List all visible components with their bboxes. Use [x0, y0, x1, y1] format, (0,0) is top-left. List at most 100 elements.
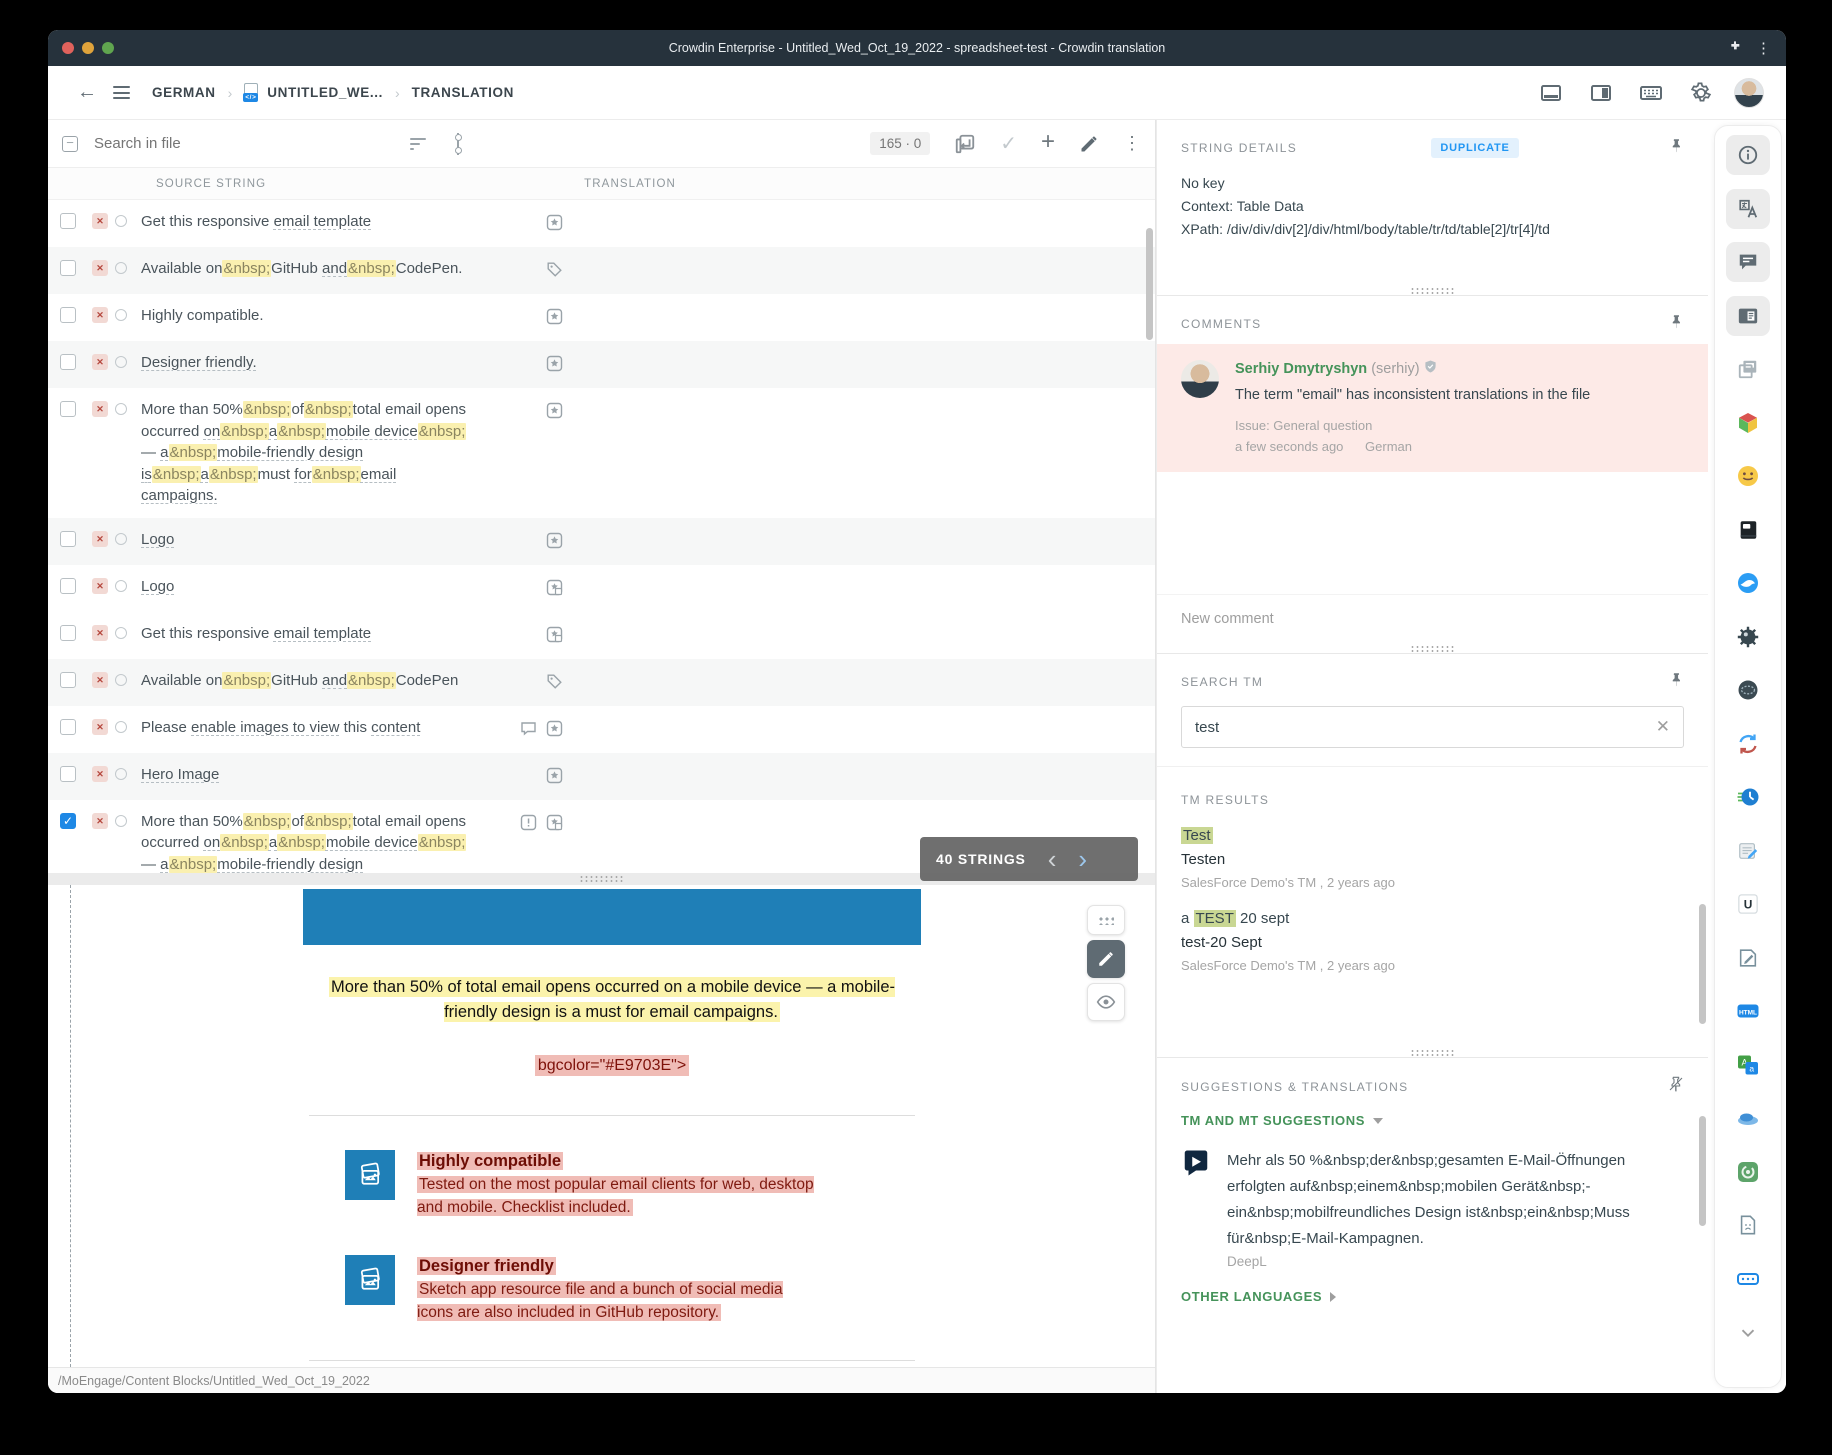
- tm-search-input[interactable]: [1195, 719, 1656, 736]
- duplicate-strings-icon[interactable]: [954, 133, 976, 155]
- row-checkbox[interactable]: [60, 354, 76, 370]
- other-languages-label[interactable]: OTHER LANGUAGES: [1181, 1289, 1322, 1304]
- preview-feature-body[interactable]: Sketch app resource file and a bunch of …: [417, 1281, 783, 1321]
- source-string-text[interactable]: Available on&nbsp;GitHub and&nbsp;CodePe…: [141, 670, 471, 692]
- tm-result-item[interactable]: TestTestenSalesForce Demo's TM , 2 years…: [1157, 811, 1708, 894]
- string-row[interactable]: ✕Available on&nbsp;GitHub and&nbsp;CodeP…: [48, 247, 1155, 294]
- row-checkbox[interactable]: [60, 401, 76, 417]
- preview-code-snippet[interactable]: bgcolor="#E9703E">: [535, 1055, 689, 1076]
- back-arrow-icon[interactable]: ←: [70, 76, 104, 110]
- comment-item[interactable]: Serhiy Dmytryshyn (serhiy) The term "ema…: [1157, 344, 1708, 472]
- source-string-text[interactable]: Logo: [141, 529, 471, 551]
- compose-plugin-icon[interactable]: [1726, 938, 1770, 978]
- pin-icon[interactable]: [1669, 138, 1684, 158]
- source-string-text[interactable]: Highly compatible.: [141, 305, 471, 327]
- section-splitter[interactable]: [1157, 643, 1708, 654]
- collapse-all-icon[interactable]: −: [62, 136, 78, 152]
- breadcrumb-language[interactable]: GERMAN: [152, 85, 216, 100]
- search-in-file-input[interactable]: [94, 135, 334, 152]
- tag-row-icon[interactable]: [546, 673, 563, 695]
- string-row[interactable]: ✕Get this responsive email template: [48, 200, 1155, 247]
- sync-arrows-plugin-icon[interactable]: [1726, 724, 1770, 764]
- glossary-copy-icon[interactable]: [1726, 349, 1770, 389]
- dark-badge-plugin-icon[interactable]: [1726, 670, 1770, 710]
- timer-plugin-icon[interactable]: [1726, 777, 1770, 817]
- row-checkbox[interactable]: [60, 672, 76, 688]
- source-string-text[interactable]: More than 50%&nbsp;of&nbsp;total email o…: [141, 399, 471, 507]
- comment-author-name[interactable]: Serhiy Dmytryshyn: [1235, 361, 1367, 377]
- warn-row-icon[interactable]: [520, 814, 537, 836]
- new-comment-input[interactable]: New comment: [1157, 594, 1708, 643]
- mt-suggestion-item[interactable]: Mehr als 50 %&nbsp;der&nbsp;gesamten E-M…: [1157, 1128, 1708, 1269]
- row-checkbox[interactable]: ✓: [60, 813, 76, 829]
- pager-prev-icon[interactable]: ‹: [1048, 849, 1057, 869]
- string-row[interactable]: ✕Available on&nbsp;GitHub and&nbsp;CodeP…: [48, 659, 1155, 706]
- blue-bird-plugin-icon[interactable]: [1726, 563, 1770, 603]
- preview-edit-mode-icon[interactable]: [1087, 940, 1125, 978]
- sad-page-plugin-icon[interactable]: [1726, 1205, 1770, 1245]
- source-string-text[interactable]: Please enable images to view this conten…: [141, 717, 471, 739]
- minimize-window-button[interactable]: [82, 42, 94, 54]
- section-splitter[interactable]: [1157, 285, 1708, 296]
- row-checkbox[interactable]: [60, 307, 76, 323]
- row-checkbox[interactable]: [60, 719, 76, 735]
- pin-icon[interactable]: [1669, 314, 1684, 334]
- comment-row-icon[interactable]: [520, 720, 537, 742]
- letter-u-plugin-icon[interactable]: U: [1726, 884, 1770, 924]
- string-row[interactable]: ✕More than 50%&nbsp;of&nbsp;total email …: [48, 388, 1155, 518]
- maximize-window-button[interactable]: [102, 42, 114, 54]
- row-checkbox[interactable]: [60, 531, 76, 547]
- source-string-text[interactable]: Designer friendly.: [141, 352, 471, 374]
- duplicate-badge[interactable]: DUPLICATE: [1431, 138, 1518, 158]
- breadcrumb-section[interactable]: TRANSLATION: [412, 85, 514, 100]
- edit-pencil-icon[interactable]: [1079, 134, 1099, 154]
- preview-feature-body[interactable]: Tested on the most popular email clients…: [417, 1176, 814, 1216]
- star-row-icon[interactable]: [546, 767, 563, 789]
- add-string-button[interactable]: +: [1041, 128, 1055, 156]
- row-checkbox[interactable]: [60, 578, 76, 594]
- star-img-row-icon[interactable]: [546, 626, 563, 648]
- source-string-text[interactable]: Available on&nbsp;GitHub and&nbsp;CodePe…: [141, 258, 471, 280]
- star-img-row-icon[interactable]: [546, 579, 563, 601]
- preview-headline[interactable]: More than 50% of total email opens occur…: [329, 977, 895, 1022]
- string-row[interactable]: ✕Highly compatible.: [48, 294, 1155, 341]
- row-checkbox[interactable]: [60, 625, 76, 641]
- star-img-row-icon[interactable]: [546, 814, 563, 836]
- star-row-icon[interactable]: [546, 308, 563, 330]
- more-options-icon[interactable]: ⋮: [1123, 133, 1141, 154]
- info-icon[interactable]: [1726, 135, 1770, 175]
- star-row-icon[interactable]: [546, 532, 563, 554]
- star-row-icon[interactable]: [546, 402, 563, 424]
- breadcrumb-file[interactable]: </> UNTITLED_WE...: [244, 83, 383, 102]
- machine-translation-icon[interactable]: [1726, 189, 1770, 229]
- blue-cloud-plugin-icon[interactable]: [1726, 1098, 1770, 1138]
- extensions-puzzle-icon[interactable]: [1726, 38, 1742, 59]
- source-string-text[interactable]: Logo: [141, 576, 471, 598]
- clear-search-icon[interactable]: ✕: [1656, 717, 1670, 737]
- layout-side-icon[interactable]: [1584, 76, 1618, 110]
- tag-row-icon[interactable]: [546, 261, 563, 283]
- user-avatar[interactable]: [1734, 78, 1764, 108]
- layout-bottom-icon[interactable]: [1534, 76, 1568, 110]
- approve-check-icon[interactable]: ✓: [1000, 131, 1017, 156]
- star-row-icon[interactable]: [546, 355, 563, 377]
- pager-next-icon[interactable]: ›: [1078, 849, 1087, 869]
- preview-view-mode-icon[interactable]: [1087, 983, 1125, 1021]
- suggestions-scrollbar[interactable]: [1699, 1116, 1706, 1226]
- string-row[interactable]: ✕Hero Image: [48, 753, 1155, 800]
- comments-panel-icon[interactable]: [1726, 242, 1770, 282]
- strings-list-scrollbar[interactable]: [1146, 228, 1153, 340]
- close-window-button[interactable]: [62, 42, 74, 54]
- string-row[interactable]: ✕Get this responsive email template: [48, 612, 1155, 659]
- star-row-icon[interactable]: [546, 214, 563, 236]
- source-string-text[interactable]: Hero Image: [141, 764, 471, 786]
- cube-plugin-icon[interactable]: [1726, 403, 1770, 443]
- browser-bar-plugin-icon[interactable]: [1726, 1259, 1770, 1299]
- string-row[interactable]: ✕Designer friendly.: [48, 341, 1155, 388]
- tm-result-item[interactable]: a TEST 20 septtest-20 SeptSalesForce Dem…: [1157, 894, 1708, 977]
- row-checkbox[interactable]: [60, 260, 76, 276]
- source-string-text[interactable]: More than 50%&nbsp;of&nbsp;total email o…: [141, 811, 471, 874]
- smiley-plugin-icon[interactable]: [1726, 456, 1770, 496]
- main-menu-icon[interactable]: [104, 76, 138, 110]
- collapse-chevron-icon[interactable]: [1726, 1312, 1770, 1352]
